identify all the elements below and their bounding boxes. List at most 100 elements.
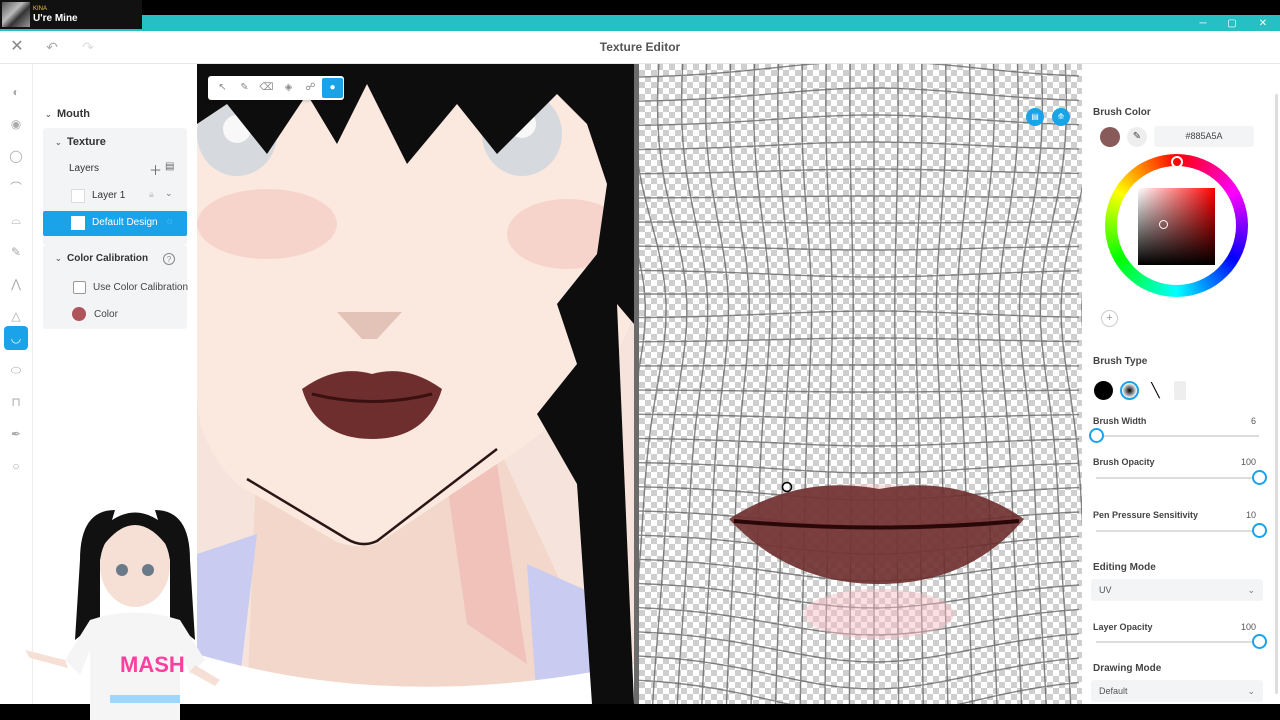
uv-mesh-line: [639, 310, 1080, 319]
uv-mesh-line: [639, 437, 1080, 447]
pen-pressure-slider[interactable]: [1096, 530, 1259, 532]
layer-opacity-value: 100: [1240, 622, 1256, 632]
sv-cursor[interactable]: [1159, 220, 1168, 229]
brush-type-line[interactable]: ╲: [1146, 381, 1165, 400]
uv-editor-canvas[interactable]: ▤ ⟰: [639, 64, 1082, 704]
brush-type-title: Brush Type: [1093, 356, 1148, 367]
use-color-calibration-checkbox[interactable]: [73, 281, 86, 294]
add-color-button[interactable]: +: [1101, 310, 1118, 327]
brush-type-hard[interactable]: [1094, 381, 1113, 400]
eye-outline-icon[interactable]: ◯: [4, 144, 28, 168]
circle-icon[interactable]: ○: [4, 454, 28, 478]
layers-heading: Layers: [69, 163, 100, 174]
pen-pressure-value: 10: [1245, 510, 1256, 520]
drawing-mode-value: Default: [1099, 686, 1128, 696]
uv-mesh-line: [639, 141, 1080, 151]
pen-tool-icon[interactable]: ✎: [234, 78, 255, 98]
neck-icon[interactable]: ⊓: [4, 390, 28, 414]
saturation-value-square[interactable]: [1138, 188, 1215, 265]
help-icon[interactable]: ?: [163, 253, 175, 265]
hex-color-input[interactable]: #885A5A: [1154, 126, 1254, 147]
tree-node-color-calibration[interactable]: ⌄ Color Calibration: [55, 253, 148, 264]
plus-icon: +: [1106, 312, 1113, 324]
add-layer-button[interactable]: ＋: [149, 160, 162, 179]
symmetry-toggle-button[interactable]: ⟰: [1052, 108, 1070, 126]
ear-icon[interactable]: ⌓: [4, 208, 28, 232]
plus-icon: ＋: [149, 163, 163, 178]
lock-icon[interactable]: 🔒︎: [149, 189, 154, 200]
pen-icon[interactable]: ✒: [4, 422, 28, 446]
brush-type-soft[interactable]: [1120, 381, 1139, 400]
layer-label: Layer 1: [92, 190, 126, 201]
model-viewport[interactable]: ↖ ✎ ⌫ ◈ ☍ ●: [197, 64, 634, 704]
pen-pressure-title: Pen Pressure Sensitivity: [1093, 510, 1199, 520]
properties-scrollbar[interactable]: [1275, 94, 1278, 694]
add-folder-button[interactable]: ▤: [165, 161, 174, 172]
brush-width-slider[interactable]: [1096, 435, 1259, 437]
chevron-down-icon: ⌄: [1247, 585, 1255, 595]
eraser-tool-icon[interactable]: ⌫: [256, 78, 277, 98]
select-tool-icon[interactable]: ↖: [212, 78, 233, 98]
left-blush: [197, 189, 337, 259]
face-icon[interactable]: ◐: [4, 80, 28, 104]
eyebrow-icon[interactable]: ⌒: [4, 176, 28, 200]
chevron-down-icon[interactable]: ⌄: [165, 188, 173, 199]
dropper-tool-icon[interactable]: ●: [322, 78, 343, 98]
mouth-icon[interactable]: ◡: [4, 326, 28, 350]
brush-width-knob[interactable]: [1088, 428, 1104, 443]
layer-opacity-slider[interactable]: [1096, 641, 1259, 643]
editor-header: ✕ ↶ ↷ Texture Editor: [0, 31, 1280, 64]
layer-opacity-knob[interactable]: [1251, 634, 1267, 649]
now-playing-widget: KINA U're Mine: [0, 0, 142, 29]
eye-icon[interactable]: ◉: [4, 112, 28, 136]
brush-icon[interactable]: ✎: [4, 240, 28, 264]
album-art: [2, 2, 30, 27]
chevron-down-icon: ⌄: [55, 137, 62, 147]
uv-mesh-line: [750, 64, 771, 704]
minimize-button[interactable]: ─: [1188, 15, 1218, 31]
editing-mode-title: Editing Mode: [1093, 562, 1156, 573]
uv-mesh-line: [639, 195, 1080, 199]
hue-cursor[interactable]: [1171, 156, 1183, 168]
editing-mode-select[interactable]: UV ⌄: [1091, 579, 1263, 601]
calibration-color-swatch[interactable]: [72, 307, 86, 321]
eyedropper-button[interactable]: ✎: [1127, 127, 1147, 147]
tree-node-label: Texture: [67, 136, 106, 148]
brush-opacity-slider[interactable]: [1096, 477, 1259, 479]
brush-color-swatch[interactable]: [1100, 127, 1120, 147]
tree-node-mouth[interactable]: ⌄ Mouth: [45, 108, 90, 120]
brush-width-title: Brush Width: [1093, 416, 1147, 426]
avatar-eye-left: [116, 564, 128, 576]
lip-icon[interactable]: ⬭: [4, 358, 28, 382]
pen-pressure-knob[interactable]: [1251, 523, 1267, 538]
window-close-button[interactable]: ✕: [1248, 15, 1278, 31]
color-wheel[interactable]: [1105, 154, 1248, 297]
eyelash-icon[interactable]: ⋀: [4, 272, 28, 296]
brush-opacity-knob[interactable]: [1251, 470, 1267, 485]
folder-icon: ▤: [165, 161, 175, 172]
brush-type-eraser[interactable]: [1174, 381, 1186, 400]
paint-toolbar: ↖ ✎ ⌫ ◈ ☍ ●: [208, 76, 344, 100]
drawing-mode-select[interactable]: Default ⌄: [1091, 680, 1263, 702]
uv-mesh-line: [639, 221, 1080, 224]
editing-mode-value: UV: [1099, 585, 1112, 595]
nose-icon[interactable]: △: [4, 304, 28, 328]
smudge-tool-icon[interactable]: ☍: [300, 78, 321, 98]
uv-mesh-line: [639, 413, 1080, 420]
tree-node-texture[interactable]: ⌄ Texture: [55, 136, 106, 148]
uv-mesh-line: [639, 168, 1080, 175]
uv-mesh-line: [1018, 64, 1047, 704]
uv-mesh-line: [639, 64, 1080, 78]
visibility-icon[interactable]: ◌: [167, 216, 172, 226]
fill-tool-icon[interactable]: ◈: [278, 78, 299, 98]
layers-toggle-button[interactable]: ▤: [1026, 108, 1044, 126]
uv-mesh-line: [639, 114, 1080, 126]
calibration-color-label: Color: [94, 309, 118, 320]
chevron-down-icon: ⌄: [55, 254, 62, 263]
layer-row-layer-1[interactable]: Layer 1 🔒︎ ⌄: [43, 184, 187, 208]
layer-row-default-design[interactable]: Default Design ◌: [43, 211, 187, 236]
uv-mesh-line: [725, 64, 751, 704]
layer-thumbnail: [71, 216, 85, 230]
brush-opacity-value: 100: [1240, 457, 1256, 467]
maximize-button[interactable]: ▢: [1217, 15, 1247, 31]
